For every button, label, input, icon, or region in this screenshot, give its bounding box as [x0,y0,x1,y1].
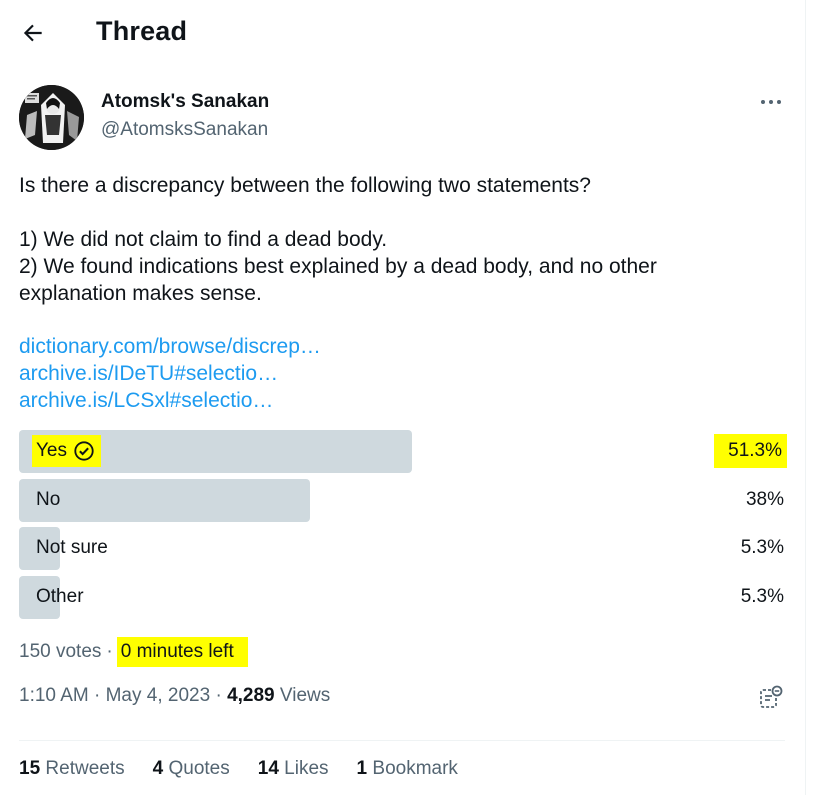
poll-option-label: Yes [32,435,101,467]
tweet-line: 2) We found indications best explained b… [19,255,657,278]
analytics-icon[interactable] [757,684,785,712]
quotes-label: Quotes [168,758,230,779]
author-handle[interactable]: @AtomsksSanakan [101,119,268,141]
poll-votes: 150 votes [19,641,102,662]
retweets-label: Retweets [45,758,125,779]
poll-option-percent: 38% [745,489,784,510]
tweet-date[interactable]: May 4, 2023 [106,685,211,706]
poll-option-percent: 5.3% [740,537,784,558]
poll-option-yes[interactable]: Yes 51.3% [19,430,787,473]
poll-option-not-sure[interactable]: Not sure 5.3% [19,527,787,570]
check-circle-icon [73,440,95,462]
separator: · [215,685,222,706]
poll-option-text: Yes [36,440,67,461]
poll-footer: 150 votes · 0 minutes left [19,637,248,667]
likes-stat[interactable]: 14 Likes [258,758,329,780]
page-title: Thread [96,16,188,46]
poll-option-percent: 51.3% [714,434,787,468]
more-options-icon[interactable] [756,90,786,114]
author-name[interactable]: Atomsk's Sanakan [101,91,269,113]
tweet-line: Is there a discrepancy between the follo… [19,174,591,197]
link-archive-2[interactable]: archive.is/LCSxl#selectio… [19,387,321,414]
poll-option-no[interactable]: No 38% [19,479,787,522]
divider [19,740,785,741]
bookmarks-stat[interactable]: 1 Bookmark [357,758,458,780]
avatar[interactable] [19,85,84,150]
views-count: 4,289 [227,685,275,706]
tweet-links: dictionary.com/browse/discrep… archive.i… [19,333,321,414]
tweet-line: explanation makes sense. [19,282,262,305]
retweets-count: 15 [19,758,41,779]
views-label: Views [279,685,331,706]
separator: · [94,685,101,706]
likes-count: 14 [257,758,279,779]
poll-option-label: Not sure [36,537,108,558]
retweets-stat[interactable]: 15 Retweets [19,758,125,780]
poll-time-left: 0 minutes left [116,637,248,667]
tweet-stats: 15 Retweets 4 Quotes 14 Likes 1 Bookmark [19,758,486,780]
poll-option-percent: 5.3% [740,586,784,607]
back-arrow-icon[interactable] [20,20,46,46]
quotes-count: 4 [152,758,164,779]
bookmarks-count: 1 [356,758,368,779]
tweet-text: Is there a discrepancy between the follo… [19,172,789,307]
thread-header: Thread [0,0,805,66]
poll-option-label: No [36,489,61,510]
tweet-meta: 1:10 AM · May 4, 2023 · 4,289 Views [19,685,330,707]
poll-option-other[interactable]: Other 5.3% [19,576,787,619]
column-border [805,0,806,795]
bookmarks-label: Bookmark [372,758,458,779]
quotes-stat[interactable]: 4 Quotes [153,758,230,780]
poll-bar [19,479,310,522]
link-archive-1[interactable]: archive.is/IDeTU#selectio… [19,360,321,387]
tweet-time[interactable]: 1:10 AM [19,685,89,706]
separator: · [106,641,113,662]
link-dictionary[interactable]: dictionary.com/browse/discrep… [19,333,321,360]
likes-label: Likes [284,758,329,779]
poll-option-label: Other [36,586,84,607]
tweet-line: 1) We did not claim to find a dead body. [19,228,388,251]
